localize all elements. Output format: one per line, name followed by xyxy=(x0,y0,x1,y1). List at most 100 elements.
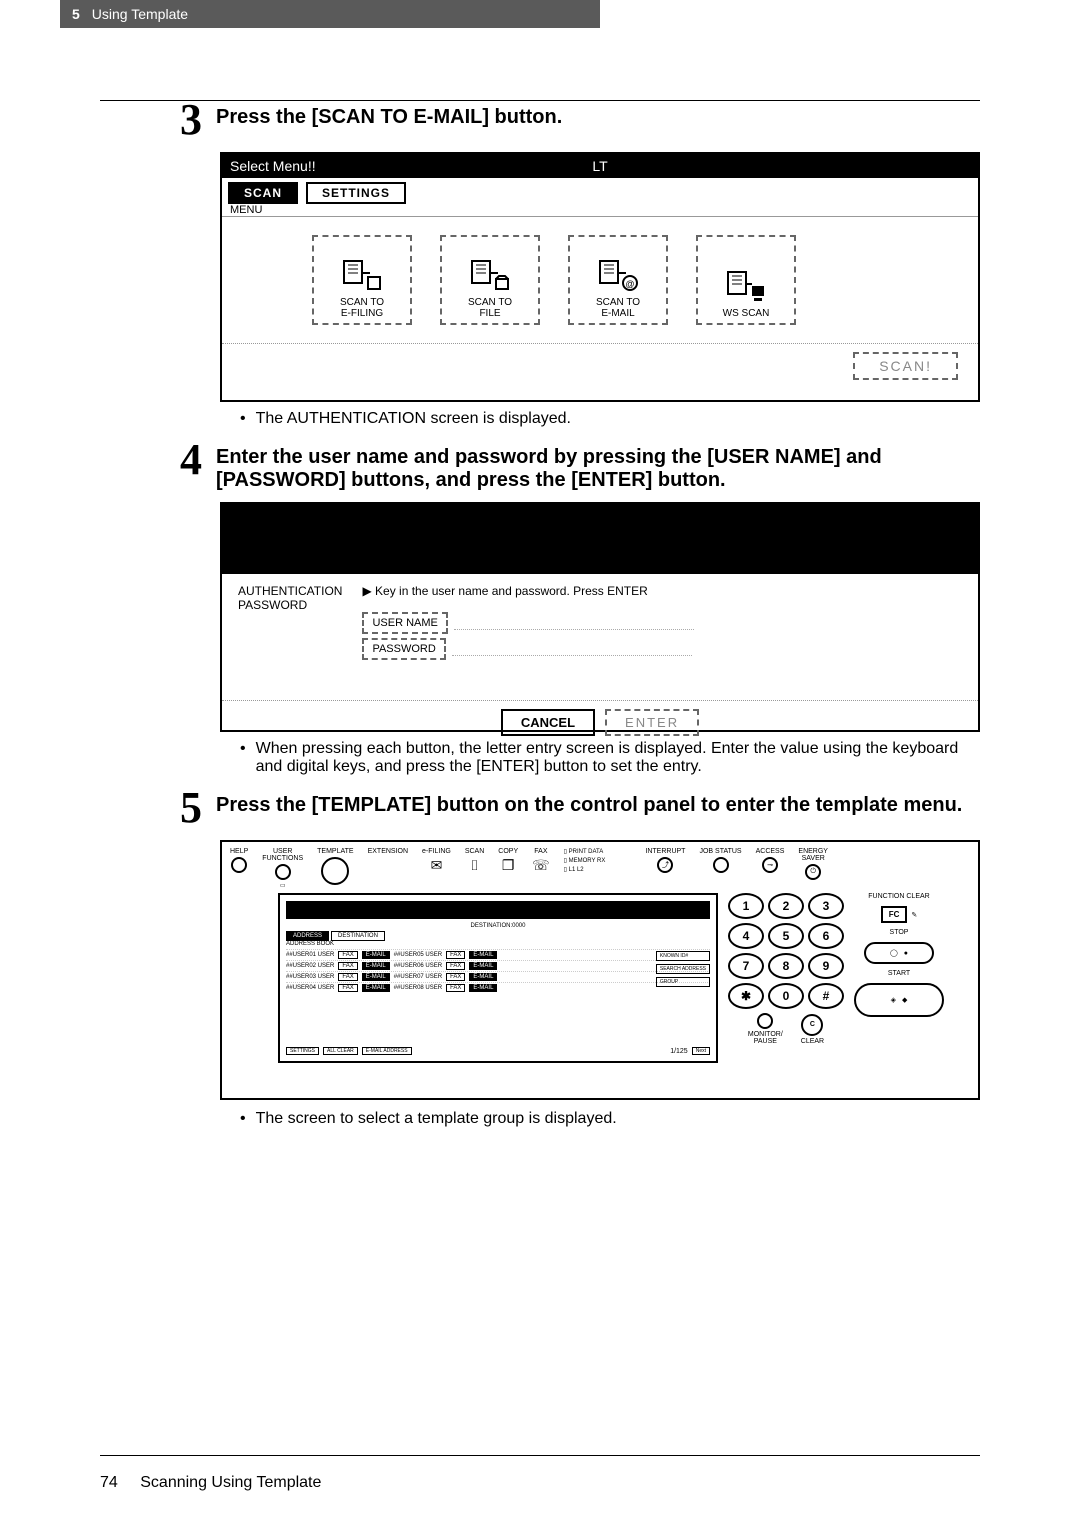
scan-button[interactable]: SCAN xyxy=(465,848,484,874)
step-3: 3 Press the [SCAN TO E-MAIL] button. xyxy=(180,98,980,142)
lcd-tabs: SCAN SETTINGS xyxy=(222,178,978,204)
access-button[interactable]: ACCESS ⊸ xyxy=(756,848,785,873)
stop-circle-icon: ◯ xyxy=(890,949,898,957)
extension-button[interactable]: EXTENSION xyxy=(368,848,408,855)
key-0[interactable]: 0 xyxy=(768,983,804,1009)
key-2[interactable]: 2 xyxy=(768,893,804,919)
email-badge[interactable]: E-MAIL xyxy=(362,951,390,959)
numeric-keypad: 1 2 3 4 5 6 7 8 9 ✱ 0 # xyxy=(728,893,844,1009)
tab-scan[interactable]: SCAN xyxy=(228,182,298,204)
fc-button[interactable]: FC xyxy=(881,906,908,923)
energy-saver-icon: ⏻ xyxy=(805,864,821,880)
fax-badge[interactable]: FAX xyxy=(338,951,357,959)
template-button[interactable]: TEMPLATE xyxy=(317,848,353,885)
footer-title: Scanning Using Template xyxy=(140,1474,321,1491)
interrupt-button[interactable]: INTERRUPT ⤴ xyxy=(645,848,685,873)
header-divider xyxy=(100,100,980,101)
start-button[interactable]: ◈ ◆ xyxy=(854,983,944,1017)
scan-to-efiling-label: SCAN TO E-FILING xyxy=(340,297,384,319)
lcd-bottom-row: SETTINGS ALL CLEAR E-MAIL ADDRESS 1/125 … xyxy=(286,1047,710,1055)
screenshot-scan-menu: Select Menu!! LT SCAN SETTINGS MENU SCAN… xyxy=(220,152,980,402)
page-header: 5 Using Template xyxy=(60,0,600,28)
energy-saver-button[interactable]: ENERGY SAVER ⏻ xyxy=(798,848,828,880)
key-star[interactable]: ✱ xyxy=(728,983,764,1009)
ws-scan-label: WS SCAN xyxy=(723,308,770,319)
lcd-tab-destination[interactable]: DESTINATION xyxy=(331,931,385,941)
help-button[interactable]: HELP xyxy=(230,848,248,873)
scanner-icon xyxy=(470,857,478,874)
job-status-button[interactable]: JOB STATUS xyxy=(699,848,741,873)
email-badge[interactable]: E-MAIL xyxy=(469,951,497,959)
clear-button[interactable]: C CLEAR xyxy=(801,1014,824,1045)
auth-bottom-bar: CANCEL ENTER xyxy=(222,700,978,744)
step-4: 4 Enter the user name and password by pr… xyxy=(180,438,980,492)
step4-bullet: When pressing each button, the letter en… xyxy=(240,740,980,776)
fax-badge[interactable]: FAX xyxy=(446,951,465,959)
key-hash[interactable]: # xyxy=(808,983,844,1009)
step3-bullet: The AUTHENTICATION screen is displayed. xyxy=(240,410,980,428)
document-to-pc-icon xyxy=(726,268,766,304)
ws-scan-button[interactable]: WS SCAN xyxy=(696,235,796,325)
copy-button[interactable]: COPY xyxy=(498,848,518,874)
document-to-box-icon xyxy=(342,257,382,293)
username-button[interactable]: USER NAME xyxy=(362,612,447,634)
enter-button[interactable]: ENTER xyxy=(605,709,699,736)
screenshot-authentication: AUTHENTICATION PASSWORD ▶ Key in the use… xyxy=(220,502,980,732)
scan-to-file-label: SCAN TO FILE xyxy=(468,297,512,319)
known-id-button[interactable]: KNOWN ID# xyxy=(656,951,710,961)
lcd-allclear-button[interactable]: ALL CLEAR xyxy=(323,1047,358,1055)
step5-number: 5 xyxy=(180,786,202,830)
lcd-page-indicator: 1/125 xyxy=(670,1048,688,1055)
monitor-pause-button[interactable]: MONITOR/ PAUSE xyxy=(748,1013,783,1045)
scan-to-email-label: SCAN TO E-MAIL xyxy=(596,297,640,319)
step5-bullet-text: The screen to select a template group is… xyxy=(256,1110,617,1128)
lcd-title-bar: Select Menu!! LT xyxy=(222,154,978,178)
scan-to-efiling-button[interactable]: SCAN TO E-FILING xyxy=(312,235,412,325)
lcd-next-button[interactable]: Next xyxy=(692,1047,710,1055)
status-lights: ▯ PRINT DATA ▯ MEMORY RX ▯ L1 L2 xyxy=(564,848,606,873)
key-4[interactable]: 4 xyxy=(728,923,764,949)
step-5: 5 Press the [TEMPLATE] button on the con… xyxy=(180,786,980,830)
lcd-prompt: Select Menu!! xyxy=(230,158,316,174)
step4-bullet-text: When pressing each button, the letter en… xyxy=(256,740,980,776)
key-5[interactable]: 5 xyxy=(768,923,804,949)
key-3[interactable]: 3 xyxy=(808,893,844,919)
step3-number: 3 xyxy=(180,98,202,142)
svg-text:@: @ xyxy=(625,279,634,289)
cancel-button[interactable]: CANCEL xyxy=(501,709,595,736)
fax-button[interactable]: FAX xyxy=(532,848,550,874)
address-list: ##USER01 USER FAX E-MAIL ##USER05 USER F… xyxy=(286,949,710,993)
lcd-bottom-bar: SCAN! xyxy=(222,343,978,388)
step5-title: Press the [TEMPLATE] button on the contr… xyxy=(216,786,962,830)
footer-divider xyxy=(100,1455,980,1456)
key-1[interactable]: 1 xyxy=(728,893,764,919)
group-button[interactable]: GROUP xyxy=(656,977,710,987)
scan-to-file-button[interactable]: SCAN TO FILE xyxy=(440,235,540,325)
scan-to-email-button[interactable]: @ SCAN TO E-MAIL xyxy=(568,235,668,325)
user-functions-button[interactable]: USER FUNCTIONS ▭ xyxy=(262,848,303,889)
key-6[interactable]: 6 xyxy=(808,923,844,949)
lcd-side-buttons: KNOWN ID# SEARCH ADDRESS GROUP xyxy=(656,951,710,987)
lcd-settings-button[interactable]: SETTINGS xyxy=(286,1047,319,1055)
auth-hint: ▶ Key in the user name and password. Pre… xyxy=(362,584,962,598)
step3-title: Press the [SCAN TO E-MAIL] button. xyxy=(216,98,562,142)
stop-button[interactable]: ◯ ● xyxy=(864,942,934,964)
auth-black-bar xyxy=(222,504,978,574)
tab-settings[interactable]: SETTINGS xyxy=(306,182,406,204)
page-number: 74 xyxy=(100,1474,118,1491)
lcd-black-header xyxy=(286,901,710,919)
key-9[interactable]: 9 xyxy=(808,953,844,979)
efiling-button[interactable]: e-FILING xyxy=(422,848,451,874)
step4-number: 4 xyxy=(180,438,202,492)
lcd-emailaddr-button[interactable]: E-MAIL ADDRESS xyxy=(362,1047,412,1055)
step5-bullet: The screen to select a template group is… xyxy=(240,1110,980,1128)
lcd-screen: DESTINATION:0000 ADDRESS DESTINATION ADD… xyxy=(278,893,718,1063)
password-button[interactable]: PASSWORD xyxy=(362,638,445,660)
username-field xyxy=(454,616,694,630)
search-address-button[interactable]: SEARCH ADDRESS xyxy=(656,964,710,974)
lcd-tab-address[interactable]: ADDRESS xyxy=(286,931,329,941)
key-8[interactable]: 8 xyxy=(768,953,804,979)
key-7[interactable]: 7 xyxy=(728,953,764,979)
scan-execute-button[interactable]: SCAN! xyxy=(853,352,958,380)
copy-icon xyxy=(502,857,515,874)
